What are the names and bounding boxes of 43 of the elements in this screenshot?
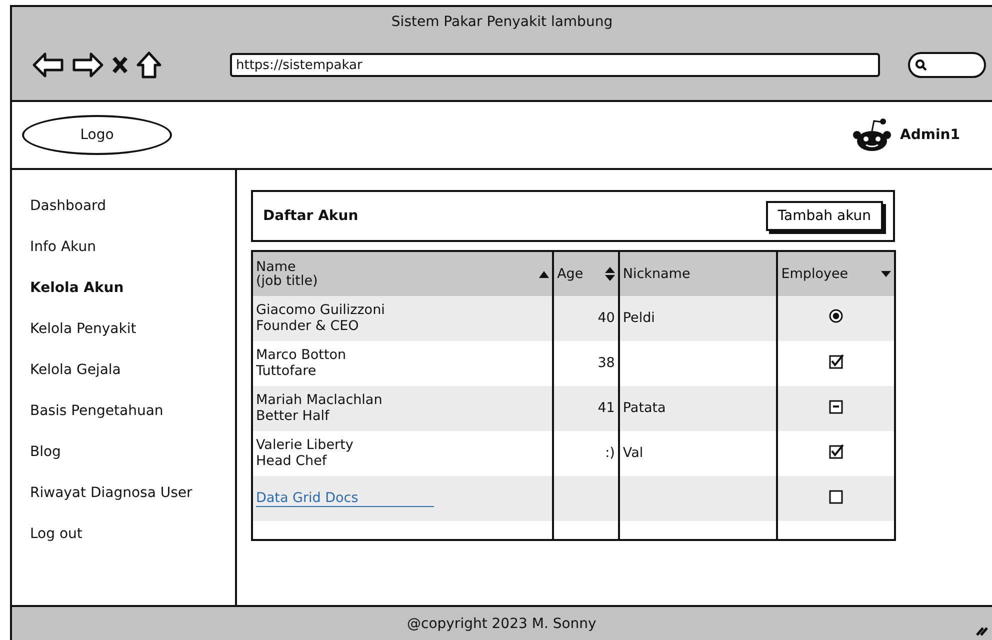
search-field[interactable]	[908, 52, 986, 78]
back-arrow-icon[interactable]	[32, 52, 64, 78]
checkbox[interactable]	[828, 444, 844, 459]
checkbox[interactable]	[828, 354, 844, 369]
sort-up-icon[interactable]	[539, 270, 550, 278]
name-cell: Marco Botton Tuttofare	[252, 341, 554, 386]
search-icon	[915, 59, 927, 71]
checkbox[interactable]	[828, 398, 844, 414]
column-header[interactable]: Employee	[777, 251, 895, 296]
copyright-text: @copyright 2023 M. Sonny	[407, 616, 596, 632]
close-icon[interactable]	[112, 56, 128, 74]
sidebar-item[interactable]: Riwayat Diagnosa User	[12, 473, 235, 514]
column-header[interactable]: Age	[553, 251, 619, 296]
nickname-cell: Patata	[618, 386, 778, 431]
address-field[interactable]: https://sistempakar	[230, 53, 880, 77]
window-title: Sistem Pakar Penyakit lambung	[391, 14, 613, 30]
avatar-icon[interactable]	[852, 118, 892, 152]
sidebar-item[interactable]: Blog	[12, 432, 235, 473]
dropdown-caret-icon[interactable]	[881, 270, 891, 277]
age-cell: 41	[553, 386, 619, 431]
checkbox[interactable]	[828, 488, 844, 504]
name-cell: Giacomo Guilizzoni Founder & CEO	[252, 296, 554, 341]
add-account-button[interactable]: Tambah akun	[766, 201, 883, 231]
sort-icon[interactable]	[604, 266, 615, 281]
sidebar-item[interactable]: Kelola Penyakit	[12, 309, 235, 350]
name-cell: Mariah Maclachlan Better Half	[252, 386, 554, 431]
nickname-cell: Peldi	[618, 296, 778, 341]
forward-arrow-icon[interactable]	[72, 52, 104, 78]
sidebar-item[interactable]: Dashboard	[12, 186, 235, 227]
docs-link[interactable]: Data Grid Docs	[256, 490, 434, 507]
age-cell: 40	[553, 296, 619, 341]
sidebar-item[interactable]: Basis Pengetahuan	[12, 391, 235, 432]
column-header[interactable]: Name (job title)	[252, 251, 554, 296]
sidebar-item[interactable]: Kelola Akun	[12, 268, 235, 309]
logo-placeholder[interactable]: Logo	[22, 115, 172, 155]
column-header[interactable]: Nickname	[618, 251, 778, 296]
sidebar-item[interactable]: Log out	[12, 514, 235, 555]
panel-title: Daftar Akun	[263, 208, 358, 224]
sidebar-item[interactable]: Kelola Gejala	[12, 350, 235, 391]
user-name: Admin1	[900, 127, 960, 143]
sidebar-item[interactable]: Info Akun	[12, 227, 235, 268]
name-cell: Valerie Liberty Head Chef	[252, 431, 554, 476]
radio-button[interactable]	[829, 309, 844, 324]
